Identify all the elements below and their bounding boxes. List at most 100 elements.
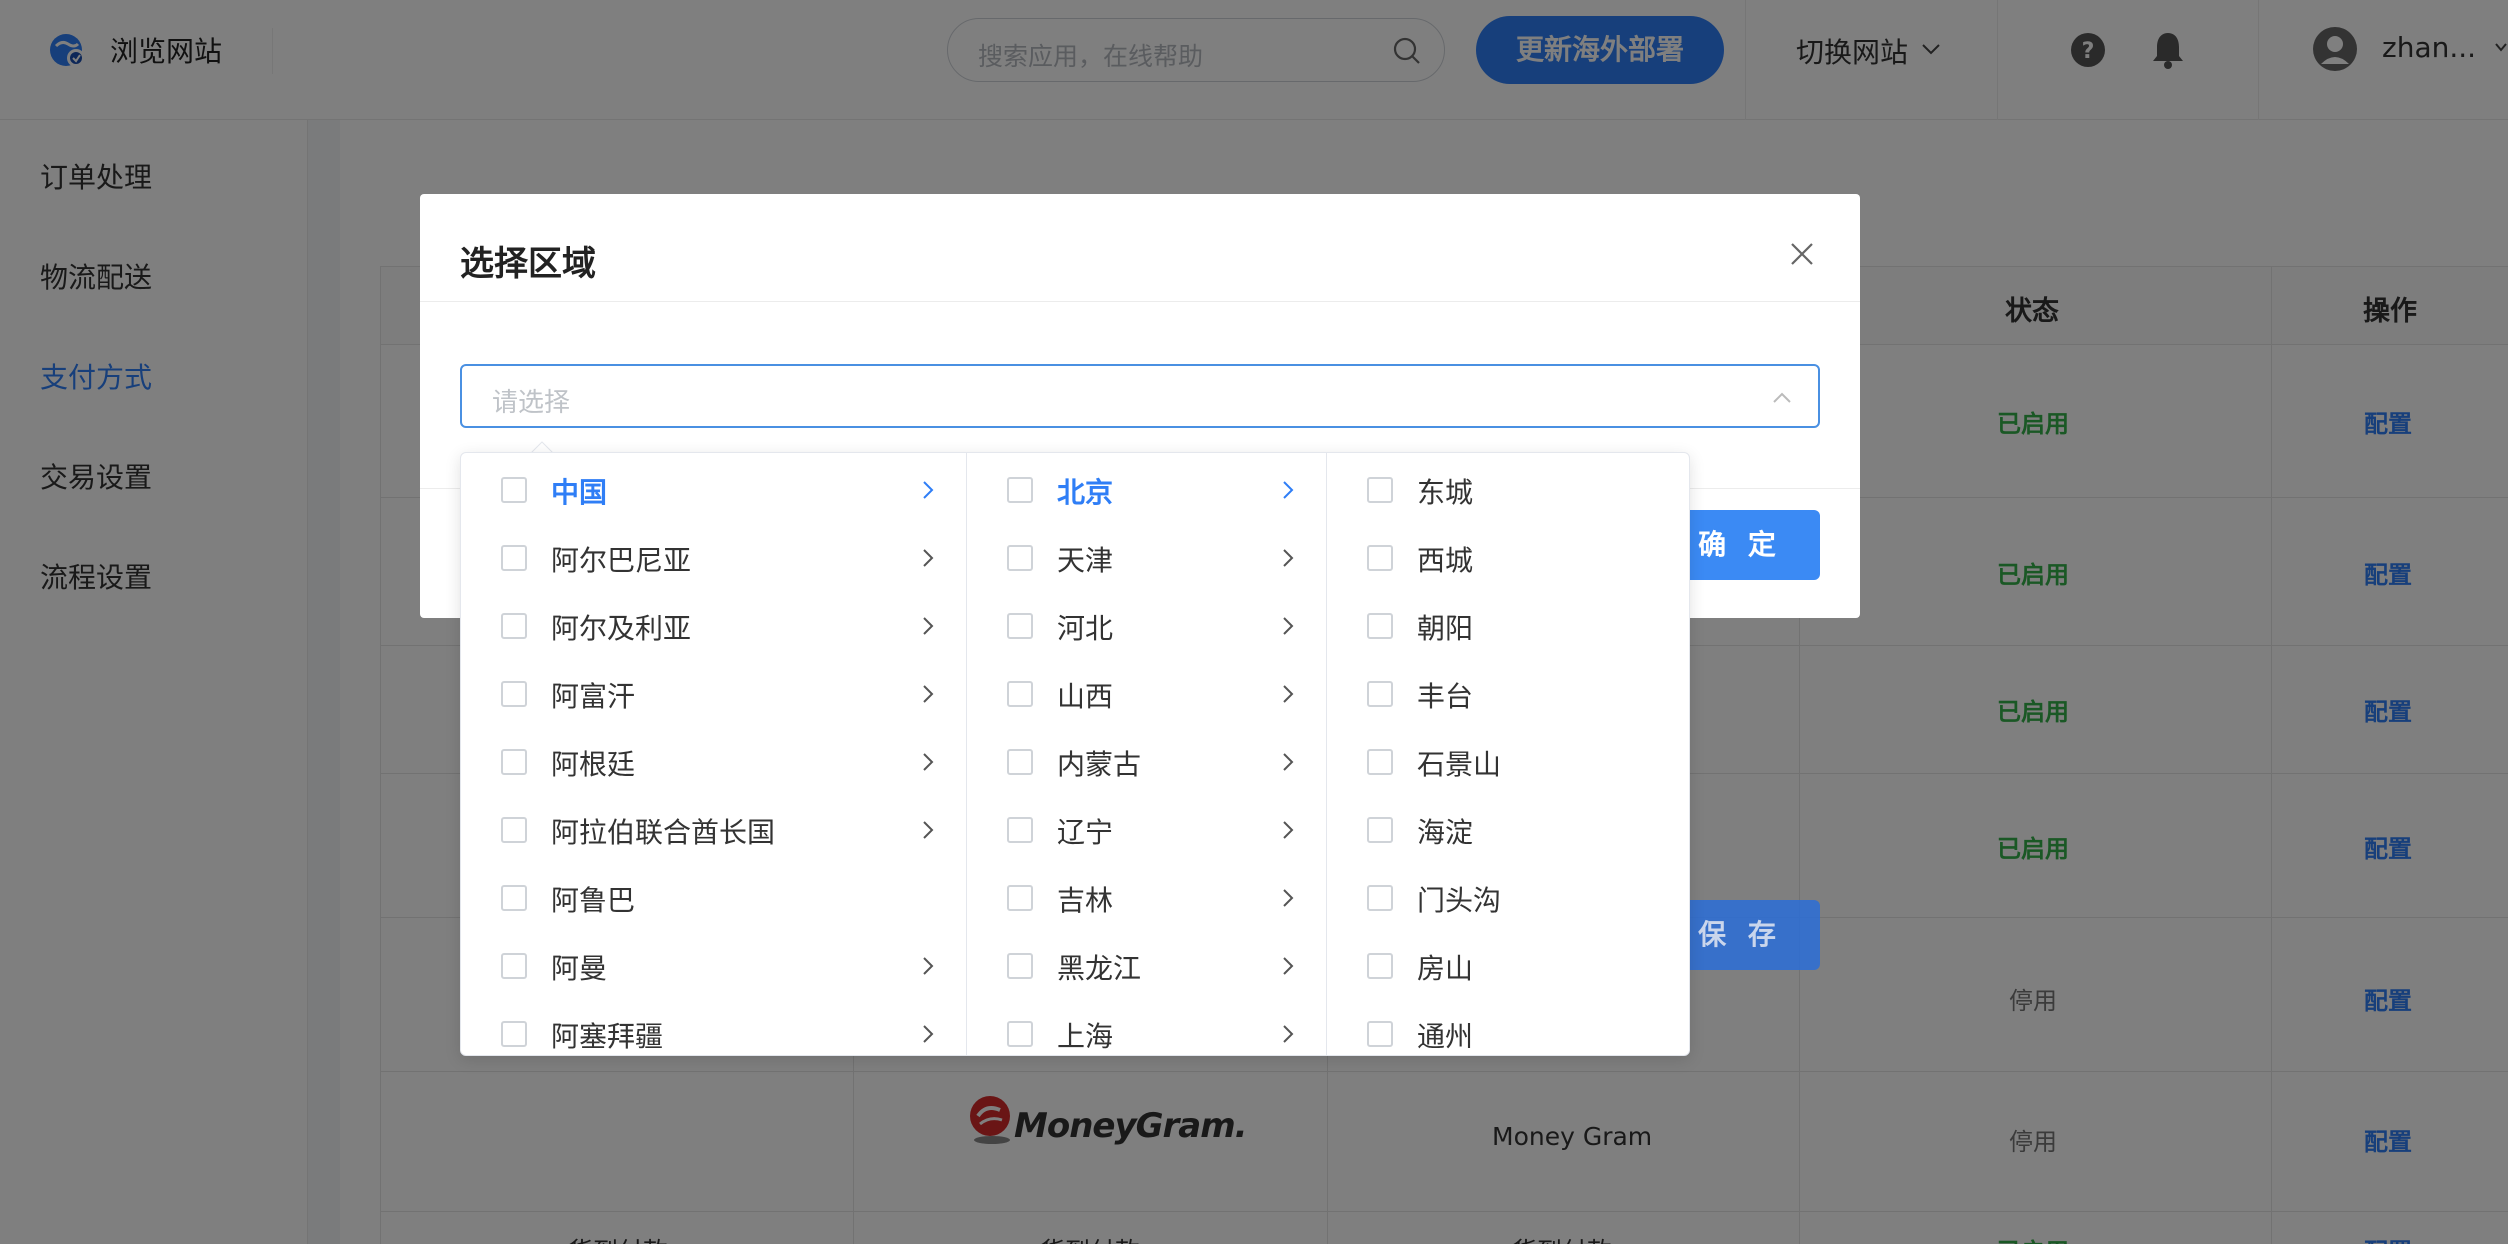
option-label: 阿曼 xyxy=(551,952,608,985)
option-checkbox[interactable] xyxy=(1367,681,1393,707)
cascader-option[interactable]: 东城 xyxy=(1327,453,1689,521)
option-checkbox[interactable] xyxy=(501,681,527,707)
close-icon[interactable] xyxy=(1790,242,1814,266)
cascader-option[interactable]: 阿富汗 xyxy=(461,657,966,725)
chevron-right-icon xyxy=(1283,821,1294,839)
region-select-input[interactable]: 请选择 xyxy=(460,364,1820,428)
cascader-option[interactable]: 天津 xyxy=(967,521,1326,589)
option-label: 黑龙江 xyxy=(1057,952,1142,985)
option-label: 朝阳 xyxy=(1417,612,1474,645)
option-label: 阿尔巴尼亚 xyxy=(551,544,692,577)
cascader-option[interactable]: 阿鲁巴 xyxy=(461,861,966,929)
option-checkbox[interactable] xyxy=(1007,749,1033,775)
option-checkbox[interactable] xyxy=(501,885,527,911)
option-checkbox[interactable] xyxy=(501,477,527,503)
cascader-option[interactable]: 中国 xyxy=(461,453,966,521)
option-label: 辽宁 xyxy=(1057,816,1114,849)
chevron-right-icon xyxy=(1283,1025,1294,1043)
option-checkbox[interactable] xyxy=(1367,613,1393,639)
option-checkbox[interactable] xyxy=(1007,613,1033,639)
option-checkbox[interactable] xyxy=(1367,1021,1393,1047)
cascader-option[interactable]: 阿根廷 xyxy=(461,725,966,793)
cascader-option[interactable]: 朝阳 xyxy=(1327,589,1689,657)
cascader-option[interactable]: 阿尔巴尼亚 xyxy=(461,521,966,589)
chevron-right-icon xyxy=(1283,957,1294,975)
option-label: 海淀 xyxy=(1417,816,1474,849)
option-checkbox[interactable] xyxy=(1007,681,1033,707)
chevron-right-icon xyxy=(1283,481,1294,499)
cascader-option[interactable]: 阿塞拜疆 xyxy=(461,997,966,1055)
cascader-option[interactable]: 阿尔及利亚 xyxy=(461,589,966,657)
cascader-option[interactable]: 山西 xyxy=(967,657,1326,725)
option-checkbox[interactable] xyxy=(1367,749,1393,775)
option-checkbox[interactable] xyxy=(501,817,527,843)
chevron-right-icon xyxy=(1283,889,1294,907)
dialog-title: 选择区域 xyxy=(460,244,596,284)
cascader-option[interactable]: 辽宁 xyxy=(967,793,1326,861)
cascader-option[interactable]: 丰台 xyxy=(1327,657,1689,725)
cascader-option[interactable]: 房山 xyxy=(1327,929,1689,997)
option-checkbox[interactable] xyxy=(1367,545,1393,571)
cascader-option[interactable]: 黑龙江 xyxy=(967,929,1326,997)
option-checkbox[interactable] xyxy=(1007,477,1033,503)
cascader-option[interactable]: 阿曼 xyxy=(461,929,966,997)
chevron-right-icon xyxy=(1283,685,1294,703)
chevron-right-icon xyxy=(923,957,934,975)
option-label: 东城 xyxy=(1417,476,1474,509)
option-label: 吉林 xyxy=(1057,884,1114,917)
option-checkbox[interactable] xyxy=(1367,885,1393,911)
option-checkbox[interactable] xyxy=(501,1021,527,1047)
option-checkbox[interactable] xyxy=(1007,953,1033,979)
option-label: 石景山 xyxy=(1417,748,1502,781)
option-checkbox[interactable] xyxy=(1007,885,1033,911)
option-checkbox[interactable] xyxy=(1007,545,1033,571)
select-placeholder: 请选择 xyxy=(492,388,571,418)
cascader-option[interactable]: 阿拉伯联合酋长国 xyxy=(461,793,966,861)
option-checkbox[interactable] xyxy=(501,953,527,979)
option-checkbox[interactable] xyxy=(501,749,527,775)
chevron-right-icon xyxy=(923,753,934,771)
option-checkbox[interactable] xyxy=(1367,817,1393,843)
option-checkbox[interactable] xyxy=(501,613,527,639)
option-label: 上海 xyxy=(1057,1020,1114,1053)
cascader-option[interactable]: 上海 xyxy=(967,997,1326,1055)
region-cascader: 中国 阿尔巴尼亚 阿尔及利亚 阿富汗 阿根廷 阿拉伯联合酋长国 阿鲁巴 阿曼 阿… xyxy=(460,452,1690,1056)
cascader-option[interactable]: 西城 xyxy=(1327,521,1689,589)
option-label: 房山 xyxy=(1417,952,1474,985)
cascader-option[interactable]: 吉林 xyxy=(967,861,1326,929)
option-label: 阿尔及利亚 xyxy=(551,612,692,645)
cascader-menu-countries[interactable]: 中国 阿尔巴尼亚 阿尔及利亚 阿富汗 阿根廷 阿拉伯联合酋长国 阿鲁巴 阿曼 阿… xyxy=(461,453,967,1055)
cascader-option[interactable]: 通州 xyxy=(1327,997,1689,1055)
chevron-right-icon xyxy=(1283,549,1294,567)
option-label: 山西 xyxy=(1057,680,1114,713)
option-label: 阿根廷 xyxy=(551,748,636,781)
cascader-option[interactable]: 门头沟 xyxy=(1327,861,1689,929)
dialog-divider xyxy=(420,301,1860,302)
chevron-right-icon xyxy=(923,685,934,703)
option-label: 西城 xyxy=(1417,544,1474,577)
option-checkbox[interactable] xyxy=(1367,477,1393,503)
option-label: 北京 xyxy=(1057,476,1114,509)
cascader-option[interactable]: 北京 xyxy=(967,453,1326,521)
option-label: 阿拉伯联合酋长国 xyxy=(551,816,776,849)
option-checkbox[interactable] xyxy=(1007,1021,1033,1047)
option-label: 阿塞拜疆 xyxy=(551,1020,664,1053)
option-checkbox[interactable] xyxy=(1007,817,1033,843)
chevron-right-icon xyxy=(923,617,934,635)
cascader-option[interactable]: 内蒙古 xyxy=(967,725,1326,793)
cascader-menu-provinces[interactable]: 北京 天津 河北 山西 内蒙古 辽宁 吉林 黑龙江 上海 xyxy=(967,453,1327,1055)
option-label: 通州 xyxy=(1417,1020,1474,1053)
option-checkbox[interactable] xyxy=(1367,953,1393,979)
cascader-option[interactable]: 海淀 xyxy=(1327,793,1689,861)
option-checkbox[interactable] xyxy=(501,545,527,571)
cascader-menu-districts[interactable]: 东城 西城 朝阳 丰台 石景山 海淀 门头沟 房山 通州 xyxy=(1327,453,1689,1055)
cascader-option[interactable]: 河北 xyxy=(967,589,1326,657)
option-label: 阿富汗 xyxy=(551,680,636,713)
chevron-up-icon[interactable] xyxy=(1772,388,1792,408)
cascader-option[interactable]: 石景山 xyxy=(1327,725,1689,793)
option-label: 门头沟 xyxy=(1417,884,1502,917)
option-label: 内蒙古 xyxy=(1057,748,1142,781)
chevron-right-icon xyxy=(1283,617,1294,635)
chevron-right-icon xyxy=(1283,753,1294,771)
option-label: 阿鲁巴 xyxy=(551,884,636,917)
